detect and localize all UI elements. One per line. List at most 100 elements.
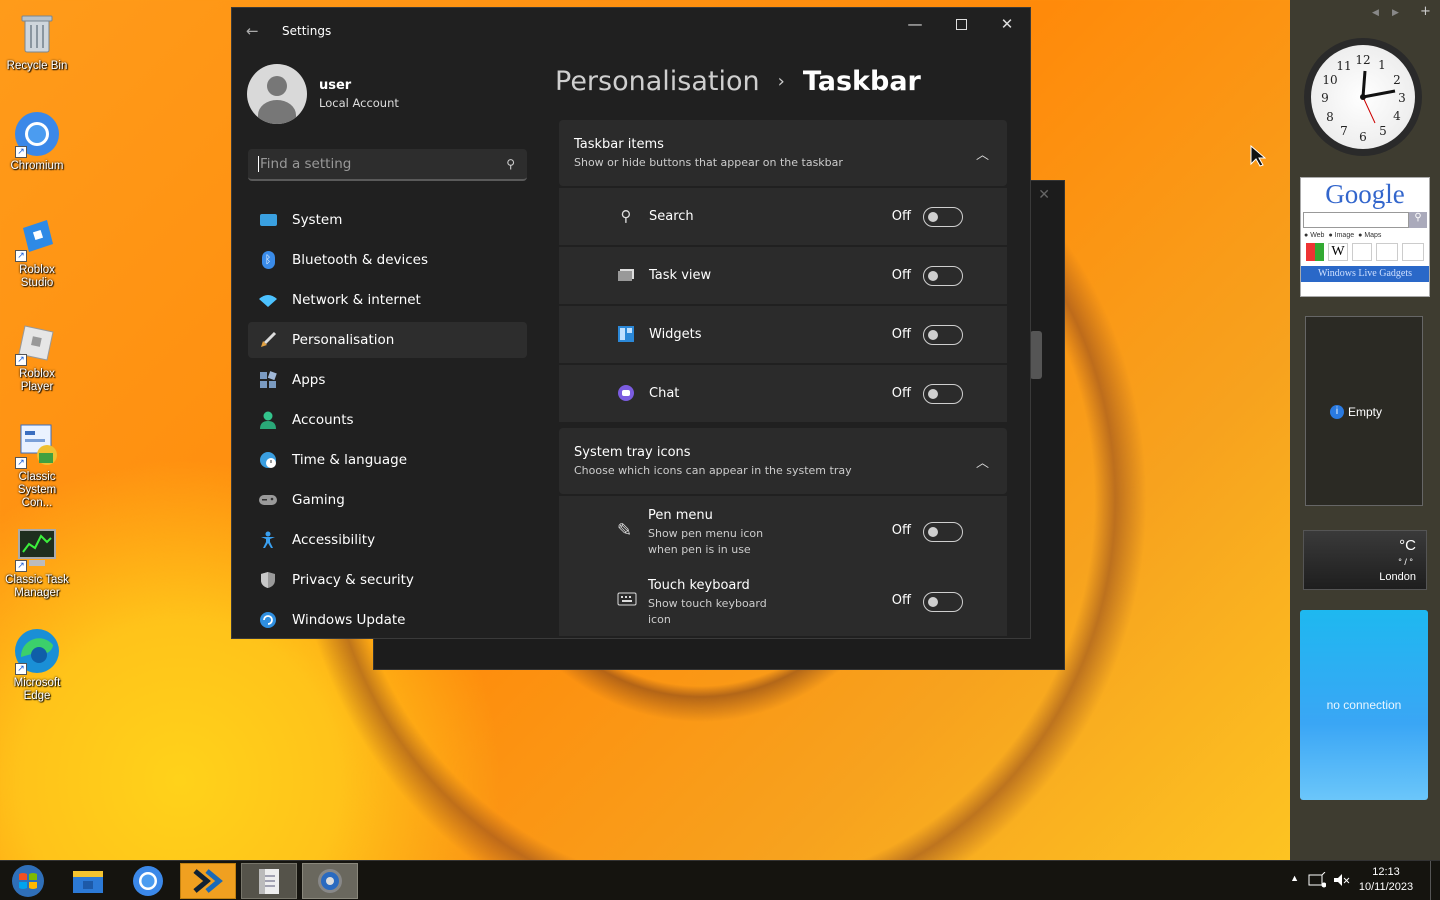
nav-label: Accessibility	[292, 532, 376, 548]
radio-maps[interactable]: ● Maps	[1358, 232, 1381, 239]
toggle-state: Off	[891, 209, 911, 224]
nav-item-bluetooth[interactable]: ᛒ Bluetooth & devices	[248, 242, 527, 278]
dialog-scrollbar[interactable]	[1030, 331, 1042, 379]
radio-image[interactable]: ● Image	[1328, 232, 1354, 239]
setting-sublabel: Show pen menu icon when pen is in use	[648, 527, 764, 556]
weather-unit: °C	[1399, 537, 1416, 554]
mouse-cursor-icon	[1250, 145, 1266, 167]
desktop-icon-roblox-studio[interactable]: ↗ Roblox Studio	[4, 214, 70, 290]
empty-gadget[interactable]: i Empty	[1305, 316, 1423, 506]
tray-date: 10/11/2023	[1358, 881, 1414, 893]
person-icon	[258, 411, 278, 429]
desktop-icon-classic-task-manager[interactable]: ↗ Classic Task Manager	[4, 524, 70, 600]
taskbar-settings[interactable]	[302, 863, 358, 899]
nav-item-time-language[interactable]: Time & language	[248, 442, 527, 478]
system-tray-icons-header[interactable]: System tray icons Choose which icons can…	[559, 428, 1007, 494]
user-profile[interactable]: user Local Account	[247, 64, 399, 124]
option-label: Web	[1310, 232, 1325, 239]
title-bar[interactable]: ← Settings — ✕	[232, 8, 1030, 54]
search-toggle[interactable]	[923, 206, 963, 227]
globe-clock-icon	[258, 451, 278, 469]
youtube-icon[interactable]	[1352, 243, 1372, 261]
nav-item-privacy[interactable]: Privacy & security	[248, 562, 527, 598]
svg-text:5: 5	[1379, 124, 1387, 138]
amazon-icon[interactable]	[1376, 243, 1398, 261]
volume-muted-icon[interactable]	[1332, 872, 1350, 891]
accessibility-icon	[258, 531, 278, 549]
desktop-icon-microsoft-edge[interactable]: ↗ Microsoft Edge	[4, 627, 70, 703]
touch-keyboard-toggle[interactable]	[923, 592, 963, 612]
desktop-icon-chromium[interactable]: ↗ Chromium	[4, 110, 70, 173]
nav-item-accessibility[interactable]: Accessibility	[248, 522, 527, 558]
gadget-footer: Windows Live Gadgets	[1301, 266, 1429, 282]
taskbar-app-active[interactable]	[180, 863, 236, 899]
google-apps-icon[interactable]	[1306, 243, 1324, 261]
wikipedia-icon[interactable]: W	[1328, 243, 1348, 261]
radio-web[interactable]: ● Web	[1304, 232, 1324, 239]
nav-item-network[interactable]: Network & internet	[248, 282, 527, 318]
chromium-icon: ↗	[13, 110, 61, 158]
toggle-state: Off	[891, 523, 911, 538]
ebay-icon[interactable]	[1402, 243, 1424, 261]
nav-item-system[interactable]: System	[248, 202, 527, 238]
dialog-close-icon[interactable]: ✕	[1038, 187, 1050, 203]
maximize-button[interactable]	[938, 8, 984, 40]
chevron-up-icon: ︿	[975, 148, 989, 163]
network-gadget[interactable]: no connection	[1300, 610, 1428, 800]
show-hidden-icons-icon[interactable]: ▲	[1290, 873, 1299, 883]
nav-item-personalisation[interactable]: Personalisation	[248, 322, 527, 358]
pen-menu-toggle[interactable]	[923, 522, 963, 542]
search-icon: ⚲	[620, 207, 632, 225]
shortcut-arrow-icon: ↗	[15, 663, 27, 675]
search-input[interactable]: Find a setting ⚲	[248, 149, 527, 181]
nav-label: Time & language	[292, 452, 408, 468]
sidebar-prev-icon[interactable]: ◀	[1372, 8, 1379, 18]
nav-item-accounts[interactable]: Accounts	[248, 402, 527, 438]
nav-item-gaming[interactable]: Gaming	[248, 482, 527, 518]
taskbar-file-explorer[interactable]	[60, 863, 116, 899]
chat-icon	[617, 384, 635, 402]
desktop-icon-recycle-bin[interactable]: Recycle Bin	[4, 10, 70, 73]
setting-label: Search	[649, 209, 694, 224]
breadcrumb: Personalisation › Taskbar	[555, 66, 921, 97]
app-chevrons-icon	[193, 869, 223, 893]
setting-label: Touch keyboard	[648, 578, 750, 593]
widgets-toggle[interactable]	[923, 324, 963, 345]
weather-gadget[interactable]: °C ° / ° London	[1303, 530, 1427, 590]
text-caret	[258, 156, 259, 172]
roblox-player-icon: ↗	[13, 318, 61, 366]
minimize-button[interactable]: —	[892, 8, 938, 40]
nav-item-windows-update[interactable]: Windows Update	[248, 602, 527, 638]
google-search-gadget: Google ⚲ ● Web ● Image ● Maps W Windows …	[1300, 177, 1430, 297]
clock-tray[interactable]: 12:13 10/11/2023	[1358, 866, 1414, 893]
toggle-state: Off	[891, 268, 911, 283]
svg-text:11: 11	[1336, 59, 1351, 73]
svg-text:1: 1	[1378, 58, 1386, 72]
close-button[interactable]: ✕	[984, 8, 1030, 40]
setting-sublabel: Show touch keyboard icon	[648, 597, 767, 626]
chat-toggle[interactable]	[923, 383, 963, 404]
window-title: Settings	[282, 24, 332, 38]
start-button[interactable]	[0, 863, 56, 899]
taskbar-chromium[interactable]	[120, 863, 176, 899]
google-search-input[interactable]	[1303, 212, 1409, 228]
add-gadget-icon[interactable]: +	[1420, 4, 1431, 19]
setting-row-touch-keyboard: Touch keyboard Show touch keyboard icon …	[559, 566, 1007, 636]
search-icon[interactable]: ⚲	[1409, 212, 1427, 228]
desktop-icon-roblox-player[interactable]: ↗ Roblox Player	[4, 318, 70, 394]
taskbar-notepad[interactable]	[241, 863, 297, 899]
back-arrow-icon[interactable]: ←	[246, 22, 266, 40]
show-desktop-button[interactable]	[1430, 861, 1440, 900]
folder-icon	[73, 871, 103, 893]
sidebar-next-icon[interactable]: ▶	[1392, 8, 1399, 18]
desktop-icon-label: Roblox Player	[19, 368, 55, 393]
desktop-icon-classic-system-control[interactable]: ↗ Classic System Con...	[4, 421, 70, 510]
breadcrumb-parent[interactable]: Personalisation	[555, 66, 760, 97]
taskbar-items-header[interactable]: Taskbar items Show or hide buttons that …	[559, 120, 1007, 186]
network-tray-icon[interactable]	[1308, 871, 1327, 891]
svg-text:2: 2	[1393, 73, 1401, 87]
clock-gadget[interactable]: 12 1 2 3 4 5 6 7 8 9 10 11	[1304, 38, 1422, 156]
recycle-bin-icon	[13, 10, 61, 58]
nav-item-apps[interactable]: Apps	[248, 362, 527, 398]
task-view-toggle[interactable]	[923, 265, 963, 286]
